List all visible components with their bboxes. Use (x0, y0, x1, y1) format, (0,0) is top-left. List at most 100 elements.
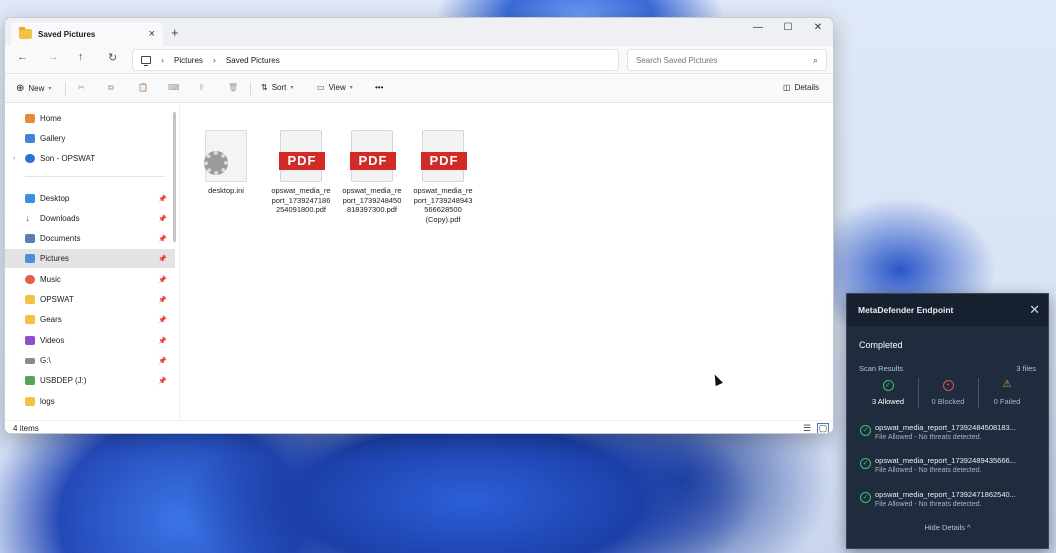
pin-icon[interactable]: 📌 (158, 296, 167, 304)
pin-icon[interactable]: 📌 (158, 316, 167, 324)
sidebar-item-gallery[interactable]: Gallery (5, 129, 175, 148)
sidebar-scrollbar[interactable] (173, 112, 176, 242)
back-arrow-icon[interactable]: ← (17, 51, 28, 63)
gear-icon (204, 151, 228, 175)
toolbar-divider (250, 82, 251, 96)
delete-button[interactable]: 🗑 (228, 83, 238, 92)
rename-button[interactable]: ⌨ (168, 83, 180, 92)
close-icon[interactable]: ✕ (1029, 302, 1040, 318)
pin-icon[interactable]: 📌 (158, 195, 167, 203)
rename-icon: ⌨ (168, 83, 180, 92)
result-status: File Allowed - No threats detected. (875, 501, 982, 508)
tab-title: Saved Pictures (38, 29, 96, 39)
sidebar-item-home[interactable]: Home (5, 109, 175, 128)
pdf-badge: PDF (421, 152, 467, 170)
check-circle-icon: ✓ (882, 380, 894, 391)
file-pdf-1[interactable]: PDF opswat_media_re port_1739247186 2540… (269, 130, 333, 215)
sidebar-item-label: Gears (40, 315, 62, 324)
sidebar-item-gears[interactable]: Gears 📌 (5, 310, 175, 329)
check-circle-icon: ✓ (860, 425, 871, 436)
sidebar-item-logs[interactable]: logs (5, 392, 175, 411)
file-pdf-2[interactable]: PDF opswat_media_re port_1739248450 8183… (340, 130, 404, 215)
large-icons-view-icon[interactable]: ▢ (817, 423, 829, 433)
cut-button[interactable]: ✂ (78, 83, 85, 92)
chevron-right-icon[interactable]: › (213, 55, 216, 65)
details-view-icon[interactable]: ☰ (801, 423, 813, 433)
tab-close-icon[interactable]: × (149, 28, 155, 40)
sidebar-item-label: Pictures (40, 254, 69, 263)
refresh-icon[interactable]: ↻ (108, 51, 117, 64)
sidebar-item-pictures[interactable]: Pictures 📌 (5, 249, 175, 268)
check-circle-icon: ✓ (860, 492, 871, 503)
pin-icon[interactable]: 📌 (158, 255, 167, 263)
copy-button[interactable]: ⧉ (108, 83, 114, 93)
failed-stat: ⚠ 0 Failed (977, 380, 1037, 407)
chevron-right-icon[interactable]: › (161, 55, 164, 65)
sidebar-item-desktop[interactable]: Desktop 📌 (5, 189, 175, 208)
home-icon (25, 114, 35, 123)
up-arrow-icon[interactable]: ↑ (78, 51, 84, 63)
blocked-count: 0 Blocked (931, 397, 965, 406)
copy-icon: ⧉ (108, 83, 114, 92)
sidebar-item-g-drive[interactable]: G:\ 📌 (5, 351, 175, 370)
address-bar-row: ← → ↑ ↻ › Pictures › Saved Pictures ⌕ (5, 46, 833, 74)
close-icon[interactable]: ✕ (803, 18, 833, 40)
scan-result-item[interactable]: ✓ opswat_media_report_17392484508183... … (860, 422, 1045, 448)
sort-button[interactable]: ⇅ Sort ▾ (261, 83, 293, 92)
breadcrumb-saved-pictures[interactable]: Saved Pictures (226, 56, 280, 65)
result-status: File Allowed - No threats detected. (875, 467, 982, 474)
sidebar-item-label: Videos (40, 336, 65, 345)
sidebar-item-usbdep[interactable]: USBDEP (J:) 📌 (5, 371, 175, 390)
more-options-button[interactable]: ••• (375, 83, 383, 92)
paste-button[interactable]: 📋 (138, 83, 148, 92)
pin-icon[interactable]: 📌 (158, 357, 167, 365)
minimize-icon[interactable]: — (743, 18, 773, 40)
result-file-name: opswat_media_report_17392471862540... (875, 490, 1016, 499)
search-input[interactable] (636, 55, 813, 65)
pin-icon[interactable]: 📌 (158, 337, 167, 345)
sidebar-item-label: Home (40, 114, 62, 123)
scan-result-item[interactable]: ✓ opswat_media_report_17392489435666... … (860, 455, 1045, 481)
tab-saved-pictures[interactable]: Saved Pictures × (11, 22, 163, 46)
music-icon (25, 275, 35, 284)
scan-result-item[interactable]: ✓ opswat_media_report_17392471862540... … (860, 489, 1045, 515)
share-button[interactable]: ⇪ (198, 83, 205, 92)
onedrive-cloud-icon (25, 154, 35, 163)
search-box[interactable]: ⌕ (627, 49, 827, 71)
new-button[interactable]: ⊕ New ▾ (16, 83, 51, 94)
sidebar-divider (25, 176, 165, 177)
sidebar-item-label: Documents (40, 234, 81, 243)
maximize-icon[interactable]: ☐ (773, 18, 803, 40)
pin-icon[interactable]: 📌 (158, 215, 167, 223)
forward-arrow-icon[interactable]: → (48, 51, 59, 63)
desktop-icon (25, 194, 35, 203)
file-desktop-ini[interactable]: desktop.ini (194, 130, 258, 196)
pin-icon[interactable]: 📌 (158, 377, 167, 385)
view-switcher: ☰ ▢ (801, 423, 829, 433)
sidebar-item-music[interactable]: Music 📌 (5, 270, 175, 289)
allowed-count: 3 Allowed (871, 397, 905, 406)
result-file-name: opswat_media_report_17392484508183... (875, 423, 1016, 432)
pin-icon[interactable]: 📌 (158, 235, 167, 243)
pdf-file-icon: PDF (350, 130, 396, 182)
file-name: opswat_media_re port_1739247186 25409180… (271, 186, 331, 214)
sidebar-item-videos[interactable]: Videos 📌 (5, 331, 175, 350)
plus-circle-icon: ⊕ (16, 83, 25, 94)
details-button[interactable]: ◫ Details (783, 83, 819, 92)
paste-icon: 📋 (138, 83, 148, 92)
pin-icon[interactable]: 📌 (158, 276, 167, 284)
sidebar-item-downloads[interactable]: ↓ Downloads 📌 (5, 209, 175, 228)
sidebar-item-documents[interactable]: Documents 📌 (5, 229, 175, 248)
view-button[interactable]: ▭ View ▾ (317, 83, 353, 92)
file-list-area[interactable]: desktop.ini PDF opswat_media_re port_173… (179, 104, 833, 420)
new-tab-button[interactable]: + (171, 25, 179, 40)
sidebar-item-onedrive[interactable]: › Son - OPSWAT (5, 149, 175, 168)
hide-details-button[interactable]: Hide Details ^ (847, 523, 1048, 532)
drive-icon (25, 357, 35, 364)
address-bar[interactable]: › Pictures › Saved Pictures (132, 49, 619, 71)
files-count: 3 files (1016, 364, 1036, 373)
sidebar-item-opswat[interactable]: OPSWAT 📌 (5, 290, 175, 309)
file-pdf-3[interactable]: PDF opswat_media_re port_1739248943 5666… (411, 130, 475, 224)
breadcrumb-pictures[interactable]: Pictures (174, 56, 203, 65)
chevron-right-icon[interactable]: › (13, 155, 15, 162)
